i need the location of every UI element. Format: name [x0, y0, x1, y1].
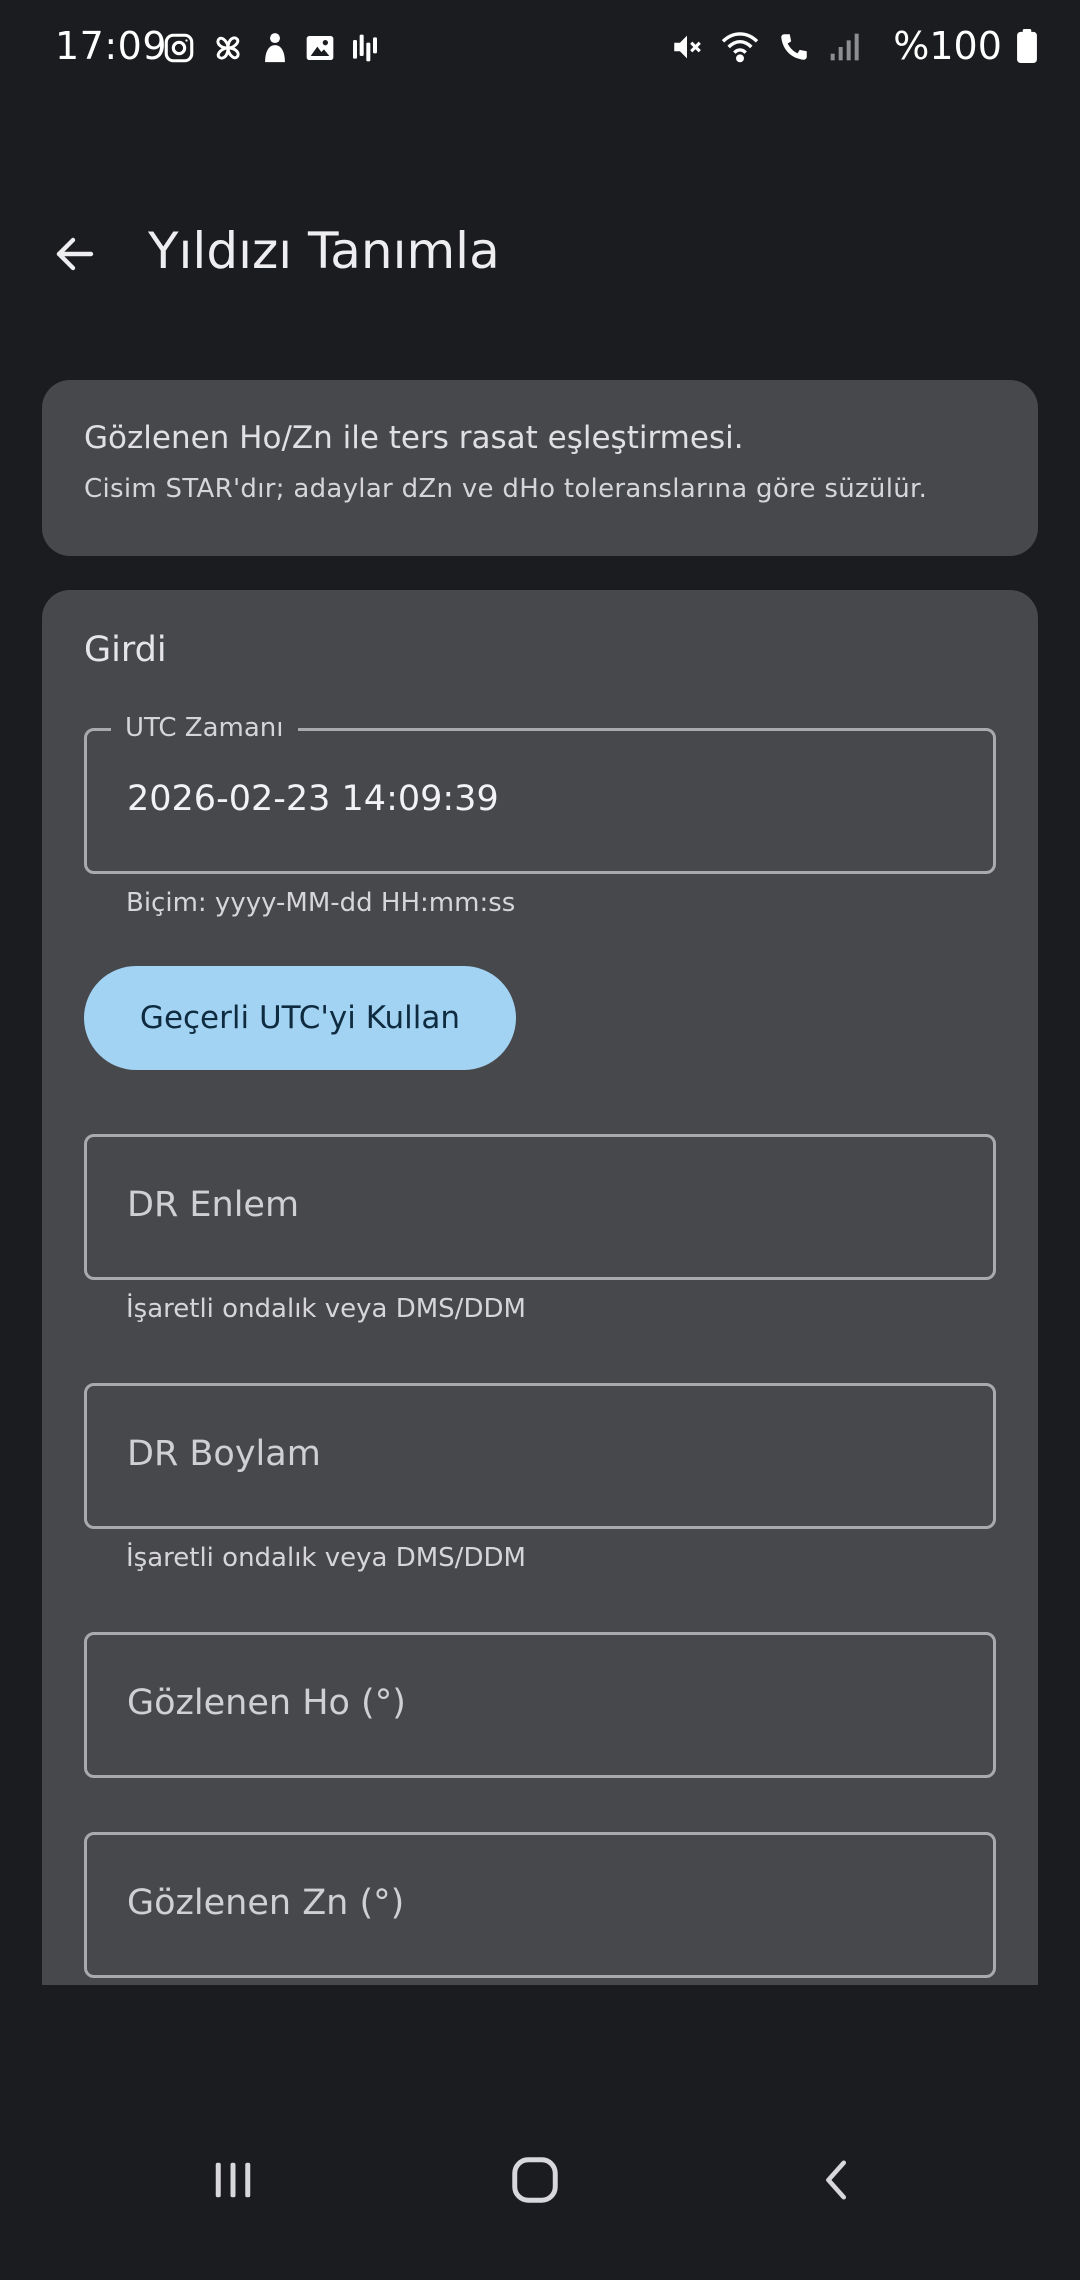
info-card: Gözlenen Ho/Zn ile ters rasat eşleştirme…	[42, 380, 1038, 556]
dr-latitude-helper: İşaretli ondalık veya DMS/DDM	[126, 1294, 526, 1324]
dr-longitude-helper: İşaretli ondalık veya DMS/DDM	[126, 1543, 526, 1573]
utc-time-label: UTC Zamanı	[111, 713, 298, 743]
signal-icon	[828, 31, 860, 63]
dr-latitude-placeholder: DR Enlem	[127, 1185, 300, 1225]
observed-zn-field[interactable]: Gözlenen Zn (°)	[84, 1832, 996, 1978]
back-icon	[826, 2160, 847, 2200]
dr-longitude-field[interactable]: DR Boylam	[84, 1383, 996, 1529]
battery-percent: %100	[893, 24, 1038, 68]
recent-apps-icon	[215, 2162, 251, 2198]
back-button[interactable]	[40, 224, 110, 284]
status-time: 17:09	[55, 24, 168, 68]
mute-icon	[670, 30, 704, 64]
wifi-call-icon	[776, 30, 812, 64]
page-title: Yıldızı Tanımla	[148, 222, 500, 280]
home-button[interactable]	[475, 2120, 595, 2240]
utc-time-value: 2026-02-23 14:09:39	[127, 779, 499, 819]
recent-apps-button[interactable]	[173, 2120, 293, 2240]
nav-bar	[0, 2120, 1080, 2280]
battery-icon	[1017, 29, 1037, 63]
info-subtext: Cisim STAR'dır; adaylar dZn ve dHo toler…	[84, 474, 928, 504]
utc-time-helper: Biçim: yyyy-MM-dd HH:mm:ss	[126, 888, 516, 918]
instagram-icon	[162, 31, 196, 65]
app-bar: Yıldızı Tanımla	[0, 200, 1080, 310]
use-current-utc-button[interactable]: Geçerli UTC'yi Kullan	[84, 966, 516, 1070]
utc-time-field[interactable]: UTC Zamanı 2026-02-23 14:09:39	[84, 713, 996, 874]
section-title: Girdi	[84, 630, 167, 670]
battery-text: %100	[893, 24, 1002, 68]
observed-ho-field[interactable]: Gözlenen Ho (°)	[84, 1632, 996, 1778]
app-icon	[260, 31, 290, 65]
dr-latitude-field[interactable]: DR Enlem	[84, 1134, 996, 1280]
observed-zn-placeholder: Gözlenen Zn (°)	[127, 1883, 405, 1923]
arrow-back-icon	[56, 237, 94, 271]
home-icon	[512, 2157, 558, 2203]
image-icon	[304, 32, 336, 64]
input-card: Girdi UTC Zamanı 2026-02-23 14:09:39 Biç…	[42, 590, 1038, 1985]
status-right-icons	[670, 30, 860, 64]
status-left-icons	[162, 30, 380, 66]
dr-longitude-placeholder: DR Boylam	[127, 1434, 321, 1474]
observed-ho-placeholder: Gözlenen Ho (°)	[127, 1683, 406, 1723]
info-description: Gözlenen Ho/Zn ile ters rasat eşleştirme…	[84, 420, 744, 456]
status-bar: 17:09 %100	[0, 0, 1080, 100]
pinwheel-icon	[210, 30, 246, 66]
back-nav-button[interactable]	[778, 2120, 898, 2240]
audio-bars-icon	[350, 32, 380, 64]
wifi-icon	[720, 30, 760, 64]
